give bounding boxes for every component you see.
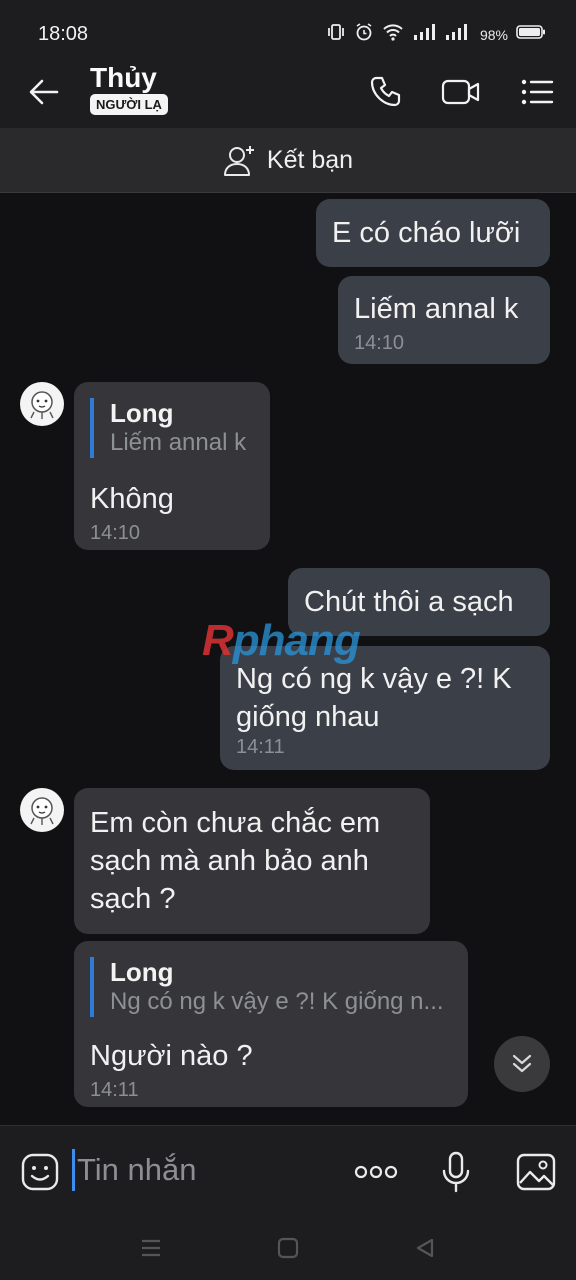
triangle-back-icon bbox=[416, 1238, 434, 1258]
message-text: Em còn chưa chắc em sạch mà anh bảo anh … bbox=[90, 807, 381, 915]
scroll-to-bottom-button[interactable] bbox=[494, 1036, 550, 1092]
sticker-smile-icon bbox=[21, 1153, 59, 1191]
incoming-message[interactable]: Long Liếm annal k Không 14:10 bbox=[74, 382, 270, 550]
avatar[interactable] bbox=[20, 382, 64, 426]
quote-author: Long bbox=[110, 398, 174, 428]
system-navigation-bar bbox=[0, 1215, 576, 1280]
message-input[interactable]: Tin nhắn bbox=[72, 1148, 342, 1192]
avatar-image bbox=[30, 391, 54, 419]
reply-quote[interactable]: Long Ng có ng k vậy e ?! K giống n... bbox=[90, 957, 452, 1017]
incoming-message[interactable]: Long Ng có ng k vậy e ?! K giống n... Ng… bbox=[74, 941, 468, 1107]
list-menu-icon bbox=[521, 79, 554, 105]
stranger-badge: NGƯỜI LẠ bbox=[90, 94, 168, 115]
back-nav-button[interactable] bbox=[410, 1233, 440, 1263]
back-button[interactable] bbox=[22, 72, 66, 112]
outgoing-message[interactable]: Liếm annal k 14:10 bbox=[338, 276, 550, 364]
video-camera-icon bbox=[441, 79, 480, 105]
avatar-image bbox=[30, 797, 54, 825]
message-input-bar: Tin nhắn bbox=[0, 1125, 576, 1216]
signal-icon bbox=[444, 23, 468, 46]
incoming-message[interactable]: Em còn chưa chắc em sạch mà anh bảo anh … bbox=[74, 788, 430, 934]
message-time: 14:11 bbox=[236, 736, 285, 758]
menu-button[interactable] bbox=[514, 70, 560, 114]
more-dots-icon bbox=[354, 1165, 398, 1179]
watermark-logo: Rphang bbox=[202, 616, 361, 665]
phone-icon bbox=[370, 76, 401, 107]
quote-author: Long bbox=[110, 957, 174, 987]
double-chevron-down-icon bbox=[512, 1054, 532, 1073]
outgoing-message[interactable]: E có cháo lưỡi bbox=[316, 199, 550, 267]
emoji-button[interactable] bbox=[18, 1150, 62, 1194]
message-text: E có cháo lưỡi bbox=[332, 217, 521, 249]
gallery-button[interactable] bbox=[514, 1150, 558, 1194]
recent-apps-button[interactable] bbox=[136, 1233, 166, 1263]
status-bar: 18:08 98% bbox=[0, 0, 576, 56]
battery-icon bbox=[516, 24, 546, 45]
add-user-icon bbox=[223, 146, 254, 176]
status-time: 18:08 bbox=[38, 23, 89, 45]
add-friend-label: Kết bạn bbox=[266, 145, 354, 174]
chat-header: Thủy NGƯỜI LẠ bbox=[0, 56, 576, 128]
avatar[interactable] bbox=[20, 788, 64, 832]
quote-text: Ng có ng k vậy e ?! K giống n... bbox=[110, 988, 444, 1015]
microphone-icon bbox=[442, 1151, 470, 1193]
quote-text: Liếm annal k bbox=[110, 429, 247, 456]
signal-icon bbox=[412, 23, 436, 46]
vibrate-icon bbox=[326, 22, 346, 47]
message-time: 14:10 bbox=[90, 522, 141, 544]
message-text: Ng có ng k vậy e ?! K giống nhau bbox=[236, 663, 512, 733]
back-arrow-icon bbox=[29, 79, 59, 105]
video-call-button[interactable] bbox=[438, 70, 484, 114]
status-icons: 98% bbox=[326, 22, 546, 47]
contact-name[interactable]: Thủy bbox=[90, 62, 157, 94]
battery-percent: 98% bbox=[479, 26, 508, 43]
reply-quote[interactable]: Long Liếm annal k bbox=[90, 398, 254, 458]
menu-lines-icon bbox=[142, 1239, 160, 1257]
text-cursor bbox=[72, 1149, 75, 1191]
message-text: Không bbox=[90, 483, 174, 515]
message-text: Liếm annal k bbox=[354, 293, 519, 325]
message-text: Người nào ? bbox=[90, 1040, 253, 1072]
wifi-icon bbox=[382, 23, 404, 46]
input-placeholder: Tin nhắn bbox=[77, 1152, 197, 1187]
voice-button[interactable] bbox=[434, 1150, 478, 1194]
home-button[interactable] bbox=[273, 1233, 303, 1263]
call-button[interactable] bbox=[362, 70, 408, 114]
add-friend-bar[interactable]: Kết bạn bbox=[0, 128, 576, 193]
message-time: 14:10 bbox=[354, 332, 405, 354]
image-icon bbox=[516, 1153, 556, 1191]
message-time: 14:11 bbox=[90, 1079, 139, 1101]
alarm-icon bbox=[354, 22, 374, 47]
more-options-button[interactable] bbox=[354, 1150, 398, 1194]
square-icon bbox=[277, 1237, 299, 1259]
